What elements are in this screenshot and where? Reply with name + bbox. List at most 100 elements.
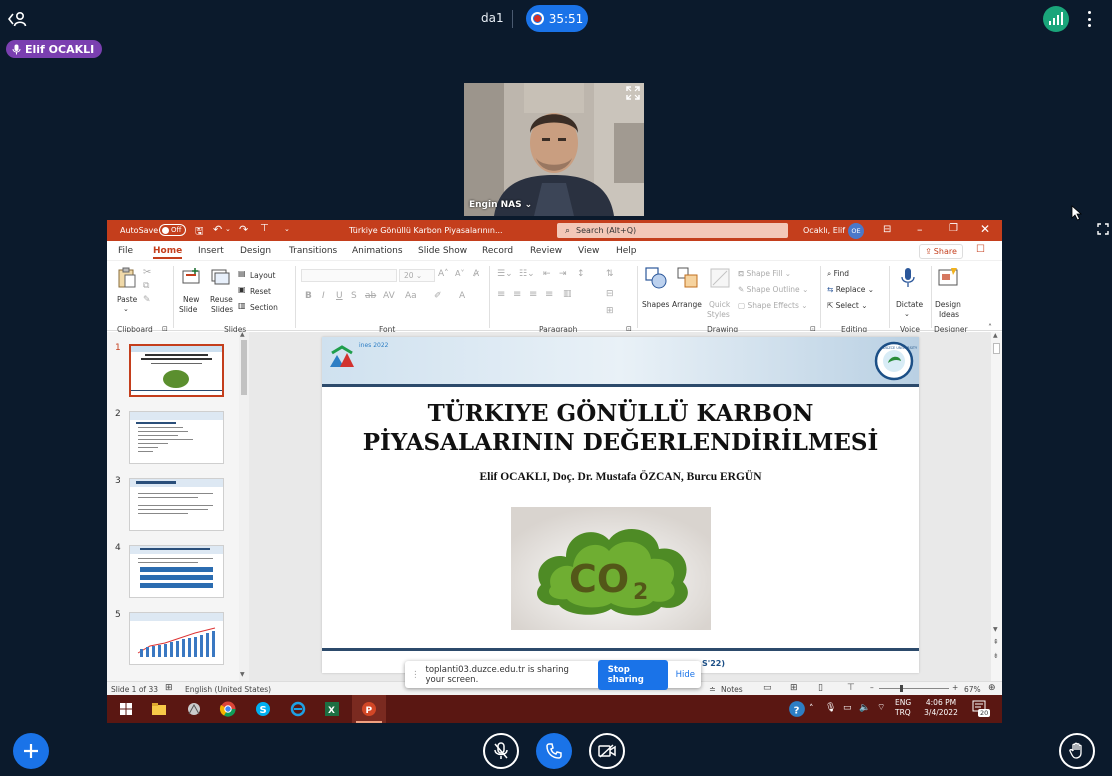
align-text-icon[interactable]: ⊟ (606, 289, 614, 299)
wifi-icon[interactable]: ⌔ (877, 703, 885, 713)
comments-icon[interactable]: ☐ (976, 244, 985, 255)
slide-thumbnail-5[interactable] (129, 612, 224, 665)
numbering-icon[interactable]: ☷⌄ (519, 269, 535, 279)
excel-icon[interactable]: X (323, 700, 341, 718)
connection-status-icon[interactable] (1043, 6, 1069, 32)
tab-file[interactable]: File (118, 246, 133, 256)
zoom-level[interactable]: 67% (964, 685, 981, 694)
reading-view-icon[interactable]: ▯ (818, 683, 823, 693)
notifications-icon[interactable]: 20 (972, 700, 991, 717)
tab-animations[interactable]: Animations (352, 246, 403, 256)
clock[interactable]: 4:06 PM 3/4/2022 (924, 698, 958, 718)
redo-icon[interactable]: ↷ (239, 223, 248, 236)
tab-transitions[interactable]: Transitions (289, 246, 337, 256)
close-icon[interactable]: ✕ (980, 222, 990, 236)
tab-record[interactable]: Record (482, 246, 513, 256)
battery-icon[interactable]: ▭ (843, 703, 852, 713)
align-right-icon[interactable]: ≡ (529, 289, 537, 300)
tray-expand-icon[interactable]: ˄ (809, 704, 814, 714)
input-language[interactable]: ENG TRQ (895, 698, 911, 718)
scroll-down-icon[interactable]: ▼ (240, 671, 245, 678)
share-button[interactable]: ⇪ Share (919, 244, 963, 259)
ribbon-display-icon[interactable]: ⊟ (883, 224, 891, 235)
participant-video[interactable] (464, 83, 644, 216)
more-options-icon[interactable] (1081, 9, 1097, 29)
scroll-down-icon[interactable]: ▼ (993, 626, 998, 633)
clear-format-icon[interactable]: A̷ (473, 269, 479, 279)
shape-effects-button[interactable]: ▢ Shape Effects ⌄ (738, 301, 808, 310)
leave-meeting-button[interactable] (8, 10, 28, 28)
notes-button[interactable]: Notes (721, 685, 743, 694)
next-slide-icon[interactable]: ⇟ (993, 652, 999, 660)
dictate-icon[interactable] (900, 267, 916, 289)
avatar[interactable]: OE (848, 223, 864, 239)
camera-toggle-button[interactable] (589, 733, 625, 769)
cut-icon[interactable]: ✂ (143, 267, 151, 278)
recording-timer[interactable]: 35:51 (526, 5, 588, 32)
fit-slide-icon[interactable]: ⊕ (988, 683, 996, 693)
design-ideas-icon[interactable] (938, 267, 960, 289)
scroll-up-icon[interactable]: ▲ (240, 331, 245, 338)
bold-icon[interactable]: B (305, 291, 312, 301)
slide-scrollbar[interactable]: ▲ ▼ ⇞ ⇟ (991, 332, 1002, 681)
layout-button[interactable]: Layout (250, 271, 276, 280)
layout-icon[interactable]: ▤ (238, 269, 246, 278)
thumbnail-scrollbar[interactable]: ▲ ▼ (239, 331, 249, 681)
zoom-slider-thumb[interactable] (900, 685, 903, 692)
tab-insert[interactable]: Insert (198, 246, 224, 256)
format-painter-icon[interactable]: ✎ (143, 295, 151, 305)
arrange-icon[interactable] (677, 267, 699, 289)
chevron-down-icon[interactable]: ⌄ (525, 200, 533, 210)
highlight-icon[interactable]: ✐ (434, 291, 442, 301)
tab-view[interactable]: View (578, 246, 599, 256)
slide-canvas[interactable]: ines 2022 DUZCE UNIVERSITY TÜRKIYE GÖNÜL… (322, 337, 919, 673)
language-status[interactable]: English (United States) (185, 685, 271, 694)
fullscreen-toggle-icon[interactable] (1097, 223, 1109, 235)
shape-fill-button[interactable]: ⛾ Shape Fill ⌄ (738, 269, 791, 279)
tab-slide-show[interactable]: Slide Show (418, 246, 467, 256)
hide-button[interactable]: Hide (676, 670, 695, 680)
tab-review[interactable]: Review (530, 246, 562, 256)
increase-indent-icon[interactable]: ⇥ (559, 269, 567, 279)
tab-help[interactable]: Help (616, 246, 637, 256)
autosave-toggle[interactable]: Off (159, 224, 186, 236)
underline-icon[interactable]: U (336, 291, 343, 301)
decrease-indent-icon[interactable]: ⇤ (543, 269, 551, 279)
select-button[interactable]: ⇱ Select ⌄ (827, 301, 867, 310)
slide-thumbnail-3[interactable] (129, 478, 224, 531)
app-icon[interactable] (185, 700, 203, 718)
change-case-icon[interactable]: Aa (405, 291, 417, 301)
search-input[interactable]: ⌕ Search (Alt+Q) (557, 223, 788, 238)
shapes-icon[interactable] (645, 267, 667, 289)
tab-home[interactable]: Home (153, 246, 183, 259)
file-explorer-icon[interactable] (150, 700, 168, 718)
skype-icon[interactable]: S (254, 700, 272, 718)
raise-hand-button[interactable] (1059, 733, 1095, 769)
microphone-tray-icon[interactable]: 🎙 (825, 703, 836, 713)
windows-start-icon[interactable] (117, 700, 135, 718)
slide-thumbnail-4[interactable] (129, 545, 224, 598)
font-size-select[interactable]: 20 ⌄ (399, 269, 435, 282)
internet-explorer-icon[interactable] (289, 700, 307, 718)
section-icon[interactable]: ▥ (238, 301, 246, 310)
chevron-down-icon[interactable]: ⌄ (225, 225, 231, 233)
font-family-select[interactable] (301, 269, 397, 282)
replace-button[interactable]: ⇆ Replace ⌄ (827, 285, 874, 294)
add-button[interactable] (13, 733, 49, 769)
justify-icon[interactable]: ≡ (545, 289, 553, 300)
slideshow-view-icon[interactable]: ⊤ (847, 683, 855, 693)
undo-icon[interactable]: ↶ (213, 223, 222, 236)
restore-icon[interactable]: ❐ (949, 223, 958, 234)
volume-icon[interactable]: 🔈 (859, 703, 870, 713)
save-icon[interactable]: 🖫 (195, 224, 204, 241)
scroll-up-icon[interactable]: ▲ (993, 332, 998, 339)
italic-icon[interactable]: I (322, 291, 325, 301)
minimize-icon[interactable]: – (917, 223, 923, 236)
shrink-font-icon[interactable]: A˅ (455, 269, 464, 278)
previous-slide-icon[interactable]: ⇞ (993, 638, 999, 646)
notes-icon[interactable]: ≐ (709, 685, 716, 694)
align-left-icon[interactable]: ≡ (497, 289, 505, 300)
powerpoint-taskbar-active[interactable]: P (352, 695, 386, 723)
collapse-ribbon-icon[interactable]: ˄ (988, 323, 992, 332)
bullets-icon[interactable]: ☰⌄ (497, 269, 513, 279)
